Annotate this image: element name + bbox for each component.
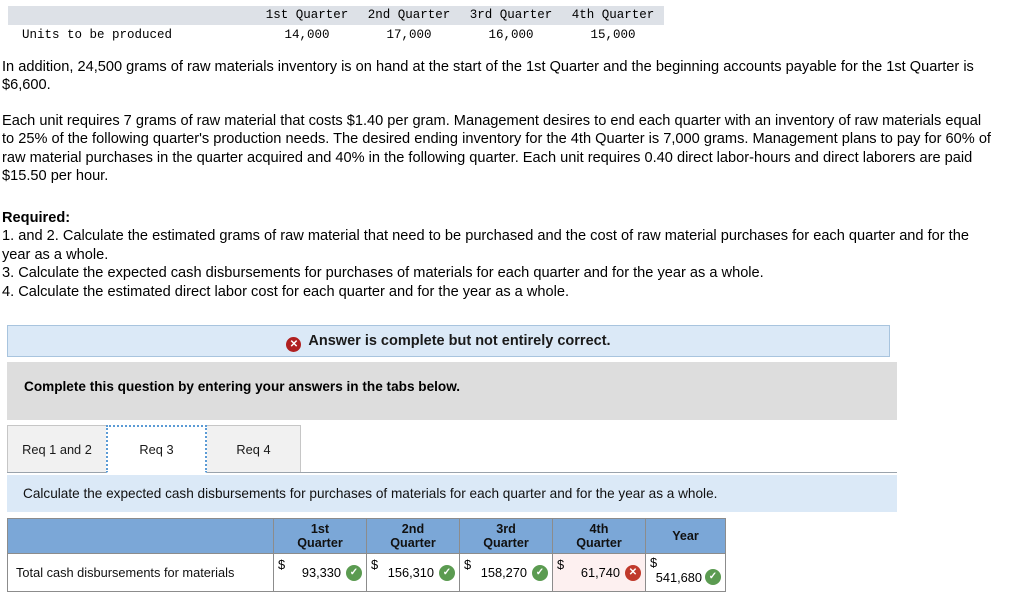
table-header-row: 1st Quarter 2nd Quarter 3rd Quarter 4th … [8,6,664,25]
table-row: Total cash disbursements for materials $… [7,553,726,592]
currency-symbol-q2: $ [371,557,379,572]
row-label-units-to-be-produced: Units to be produced [22,28,173,42]
required-section: Required: 1. and 2. Calculate the estima… [2,209,992,301]
x-circle-icon-q4: ✕ [625,564,641,581]
required-item-2: 3. Calculate the expected cash disbursem… [2,265,764,282]
question-prompt-text: Calculate the expected cash disbursement… [23,486,718,501]
answer-column-header-q4-line1: 4th [589,522,609,536]
table-row: Units to be produced 14,000 17,000 16,00… [8,25,664,44]
answer-column-header-q1-line2: Quarter [297,536,343,550]
answer-cell-q1-inner: $ 93,330 ✓ [278,554,362,591]
column-header-q4: 4th Quarter [562,6,664,25]
x-circle-icon: ✕ [286,336,302,352]
answer-cell-year-inner: $ 541,680 ✓ [650,553,721,592]
answer-cell-q4[interactable]: $ 61,740 ✕ [552,553,646,592]
required-item-1: 1. and 2. Calculate the estimated grams … [2,228,969,263]
cell-units-q4: 15,000 [590,28,636,42]
answer-row-label: Total cash disbursements for materials [7,553,274,592]
column-header-q3: 3rd Quarter [460,6,562,25]
answer-value-year: 541,680 [655,570,702,585]
answer-table-header-row: 1st Quarter 2nd Quarter 3rd Quarter 4th … [7,518,726,554]
answer-column-header-q2: 2nd Quarter [366,518,460,554]
tab-req-1-and-2-label: Req 1 and 2 [22,442,92,457]
answer-value-q4: 61,740 [580,565,620,580]
requirement-tabs: Req 1 and 2 Req 3 Req 4 [7,425,301,473]
cash-disbursements-answer-table: 1st Quarter 2nd Quarter 3rd Quarter 4th … [7,518,726,592]
answer-cell-q3-inner: $ 158,270 ✓ [464,554,548,591]
question-prompt-band: Calculate the expected cash disbursement… [7,475,897,512]
tab-req-4[interactable]: Req 4 [206,425,301,473]
required-item-3: 4. Calculate the estimated direct labor … [2,283,570,300]
answer-column-header-q2-line1: 2nd [401,522,425,536]
answer-column-header-q4: 4th Quarter [552,518,646,554]
answer-value-q1: 93,330 [301,565,341,580]
currency-symbol-q3: $ [464,557,472,572]
answer-cell-year[interactable]: $ 541,680 ✓ [645,553,726,592]
check-circle-icon-q3: ✓ [532,564,548,581]
check-circle-icon-q1: ✓ [346,564,362,581]
answer-column-header-q3: 3rd Quarter [459,518,553,554]
column-header-q1: 1st Quarter [256,6,358,25]
answer-column-header-q4-line2: Quarter [576,536,622,550]
tab-req-3[interactable]: Req 3 [106,425,207,473]
answer-column-header-q3-line2: Quarter [483,536,529,550]
tab-req-3-label: Req 3 [139,442,174,457]
answer-status-text: Answer is complete but not entirely corr… [308,332,611,349]
problem-paragraph-2: Each unit requires 7 grams of raw materi… [2,113,991,185]
cell-units-q2: 17,000 [386,28,432,42]
cell-units-q1: 14,000 [284,28,330,42]
tab-req-1-and-2[interactable]: Req 1 and 2 [7,425,107,473]
column-header-blank [8,6,256,25]
units-produced-grid: 1st Quarter 2nd Quarter 3rd Quarter 4th … [8,6,664,44]
currency-symbol-q1: $ [278,557,286,572]
problem-paragraph-1: In addition, 24,500 grams of raw materia… [2,59,974,94]
answer-cell-q4-inner: $ 61,740 ✕ [557,554,641,591]
answer-status-text-wrap: ✕ Answer is complete but not entirely cor… [286,332,611,352]
cell-units-q3: 16,000 [488,28,534,42]
answer-column-header-q1: 1st Quarter [273,518,367,554]
answer-column-header-q3-line1: 3rd [496,522,516,536]
answer-value-q2: 156,310 [387,565,434,580]
answer-column-header-q1-line1: 1st [310,522,330,536]
answer-status-banner: ✕ Answer is complete but not entirely cor… [7,325,890,357]
currency-symbol-year: $ [650,555,658,570]
column-header-q2: 2nd Quarter [358,6,460,25]
instruction-band: Complete this question by entering your … [7,362,897,420]
answer-cell-q3[interactable]: $ 158,270 ✓ [459,553,553,592]
units-produced-table: 1st Quarter 2nd Quarter 3rd Quarter 4th … [8,6,664,44]
check-circle-icon-q2: ✓ [439,564,455,581]
currency-symbol-q4: $ [557,557,565,572]
answer-cell-q2-inner: $ 156,310 ✓ [371,554,455,591]
answer-cell-q2[interactable]: $ 156,310 ✓ [366,553,460,592]
answer-value-q3: 158,270 [480,565,527,580]
check-circle-icon-year: ✓ [705,568,721,585]
instruction-text: Complete this question by entering your … [24,379,461,394]
required-heading: Required: [2,210,71,226]
answer-column-header-blank [7,518,274,554]
answer-cell-q1[interactable]: $ 93,330 ✓ [273,553,367,592]
answer-column-header-q2-line2: Quarter [390,536,436,550]
answer-value-year-stack: $ 541,680 [650,555,704,585]
answer-column-header-year: Year [645,518,726,554]
tab-req-4-label: Req 4 [236,442,271,457]
